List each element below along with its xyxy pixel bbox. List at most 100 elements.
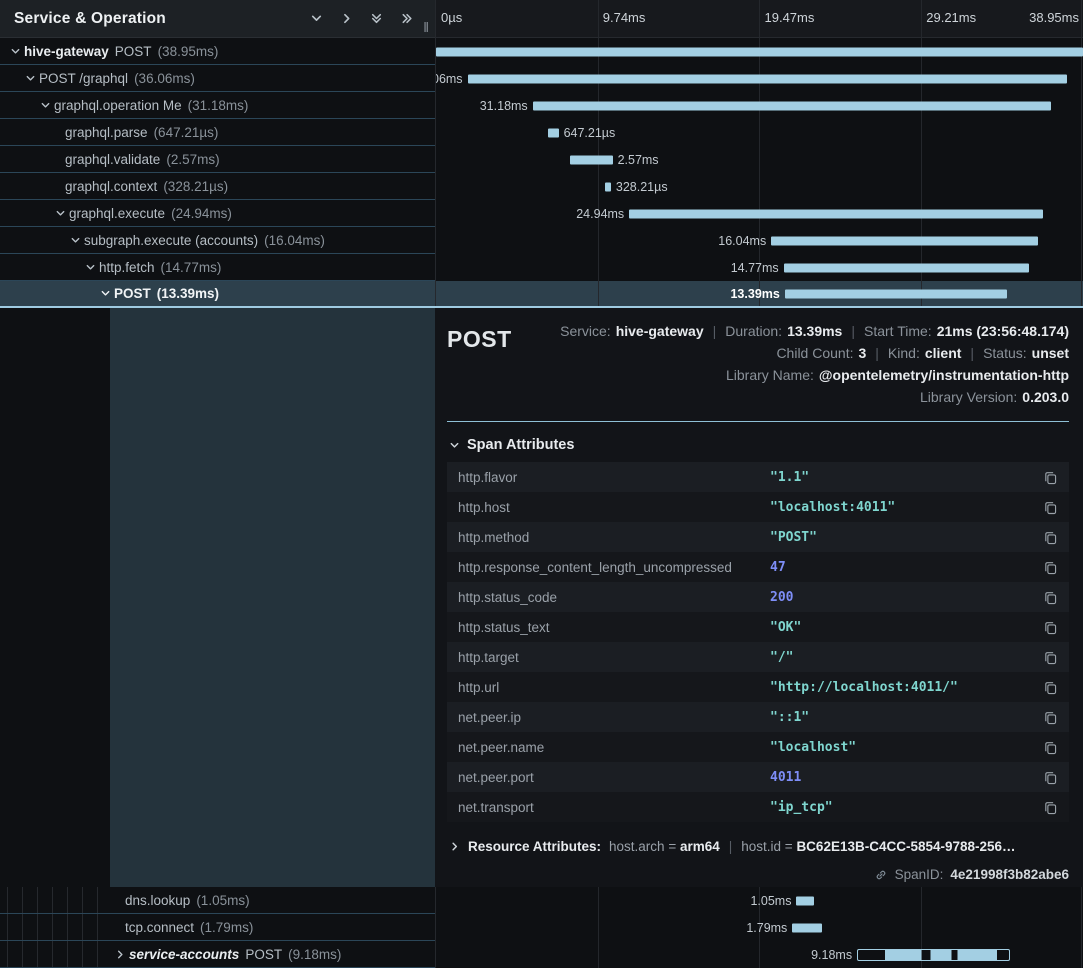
chevron-down-icon[interactable] xyxy=(310,12,323,25)
span-timeline-cell[interactable]: 36.06ms xyxy=(435,65,1083,92)
meta-value: 13.39ms xyxy=(787,323,842,339)
chevron-down-icon[interactable] xyxy=(98,288,112,299)
span-tree-cell[interactable]: graphql.context(328.21µs) xyxy=(0,173,435,200)
span-timeline-cell[interactable]: 328.21µs xyxy=(435,173,1083,200)
span-row[interactable]: graphql.context(328.21µs) 328.21µs xyxy=(0,173,1083,200)
copy-icon[interactable] xyxy=(1043,500,1058,515)
span-tree-cell[interactable]: subgraph.execute (accounts)(16.04ms) xyxy=(0,227,435,254)
span-timeline-cell[interactable]: 2.57ms xyxy=(435,146,1083,173)
copy-icon[interactable] xyxy=(1043,770,1058,785)
span-tree-cell[interactable]: POST /graphql(36.06ms) xyxy=(0,65,435,92)
span-tree-cell[interactable]: POST(13.39ms) xyxy=(0,281,435,306)
span-bar[interactable] xyxy=(468,74,1067,83)
span-tree-cell[interactable]: tcp.connect(1.79ms) xyxy=(0,914,435,941)
span-tree-cell[interactable]: graphql.validate(2.57ms) xyxy=(0,146,435,173)
span-tree-cell[interactable]: graphql.parse(647.21µs) xyxy=(0,119,435,146)
copy-icon[interactable] xyxy=(1043,740,1058,755)
span-tree-cell[interactable]: dns.lookup(1.05ms) xyxy=(0,887,435,914)
span-duration-label: 13.39ms xyxy=(730,287,779,301)
operation-name: POST xyxy=(115,44,152,59)
panel-resize-handle[interactable]: ‖ xyxy=(423,19,429,37)
copy-icon[interactable] xyxy=(1043,560,1058,575)
double-chevron-right-icon[interactable] xyxy=(400,12,413,25)
span-bar[interactable] xyxy=(605,182,610,191)
span-bar[interactable] xyxy=(548,128,559,137)
chevron-right-icon[interactable] xyxy=(113,949,127,960)
span-tree-cell[interactable]: service-accountsPOST(9.18ms) xyxy=(0,941,435,968)
copy-icon[interactable] xyxy=(1043,710,1058,725)
span-tree-cell[interactable]: graphql.execute(24.94ms) xyxy=(0,200,435,227)
chevron-down-icon[interactable] xyxy=(83,262,97,273)
chevron-down-icon[interactable] xyxy=(8,46,22,57)
link-icon[interactable] xyxy=(874,868,888,882)
span-bar[interactable] xyxy=(792,923,822,932)
span-timeline-cell[interactable]: 1.79ms xyxy=(435,914,1083,941)
span-timeline-cell[interactable]: 9.18ms xyxy=(435,941,1083,968)
span-timeline-cell[interactable]: 647.21µs xyxy=(435,119,1083,146)
copy-icon[interactable] xyxy=(1043,530,1058,545)
copy-icon[interactable] xyxy=(1043,800,1058,815)
meta-value: @opentelemetry/instrumentation-http xyxy=(819,367,1069,383)
span-row[interactable]: subgraph.execute (accounts)(16.04ms)16.0… xyxy=(0,227,1083,254)
chevron-down-icon[interactable] xyxy=(38,100,52,111)
span-bar[interactable] xyxy=(570,155,613,164)
span-attributes-header[interactable]: Span Attributes xyxy=(449,437,1069,453)
span-row[interactable]: POST(13.39ms) 13.39ms xyxy=(0,281,1083,308)
span-bar[interactable] xyxy=(857,949,1009,961)
span-duration-label: 24.94ms xyxy=(576,207,624,221)
span-row[interactable]: dns.lookup(1.05ms)1.05ms xyxy=(0,887,1083,914)
span-row[interactable]: POST /graphql(36.06ms)36.06ms xyxy=(0,65,1083,92)
span-row[interactable]: graphql.parse(647.21µs)647.21µs xyxy=(0,119,1083,146)
copy-icon[interactable] xyxy=(1043,470,1058,485)
span-row[interactable]: graphql.validate(2.57ms)2.57ms xyxy=(0,146,1083,173)
attribute-value: "/" xyxy=(770,650,1033,665)
span-row[interactable]: http.fetch(14.77ms)14.77ms xyxy=(0,254,1083,281)
span-bar[interactable] xyxy=(533,101,1051,110)
header-row: Service & Operation ‖ 0µs9.74ms19.47ms29… xyxy=(0,0,1083,38)
span-bar[interactable] xyxy=(771,236,1037,245)
span-bar[interactable] xyxy=(436,47,1083,56)
span-timeline-cell[interactable]: 38.95ms xyxy=(435,38,1083,65)
span-row[interactable]: tcp.connect(1.79ms) 1.79ms xyxy=(0,914,1083,941)
chevron-right-icon[interactable] xyxy=(340,12,353,25)
span-timeline-cell[interactable]: 16.04ms xyxy=(435,227,1083,254)
chevron-down-icon[interactable] xyxy=(23,73,37,84)
span-duration-label: 1.79ms xyxy=(746,921,787,935)
meta-value: 21ms (23:56:48.174) xyxy=(937,323,1069,339)
span-rows-top: hive-gatewayPOST(38.95ms)38.95msPOST /gr… xyxy=(0,38,1083,308)
chevron-down-icon xyxy=(449,440,460,451)
span-row[interactable]: service-accountsPOST(9.18ms)9.18ms xyxy=(0,941,1083,968)
span-bar[interactable] xyxy=(629,209,1043,218)
copy-icon[interactable] xyxy=(1043,620,1058,635)
span-bar[interactable] xyxy=(785,289,1007,298)
copy-icon[interactable] xyxy=(1043,680,1058,695)
span-row[interactable]: graphql.operation Me(31.18ms)31.18ms xyxy=(0,92,1083,119)
attribute-row: http.flavor"1.1" xyxy=(447,462,1069,492)
attribute-key: http.status_text xyxy=(458,620,770,635)
span-duration: (647.21µs) xyxy=(154,125,219,140)
double-chevron-down-icon[interactable] xyxy=(370,12,383,25)
span-row[interactable]: hive-gatewayPOST(38.95ms)38.95ms xyxy=(0,38,1083,65)
span-timeline-cell[interactable]: 13.39ms xyxy=(435,281,1083,306)
span-timeline-cell[interactable]: 14.77ms xyxy=(435,254,1083,281)
span-timeline-cell[interactable]: 24.94ms xyxy=(435,200,1083,227)
copy-icon[interactable] xyxy=(1043,650,1058,665)
span-duration-label: 328.21µs xyxy=(616,180,668,194)
copy-icon[interactable] xyxy=(1043,590,1058,605)
span-bar[interactable] xyxy=(796,896,813,905)
attribute-key: http.flavor xyxy=(458,470,770,485)
span-timeline-cell[interactable]: 1.05ms xyxy=(435,887,1083,914)
span-tree-cell[interactable]: http.fetch(14.77ms) xyxy=(0,254,435,281)
span-duration: (24.94ms) xyxy=(171,206,232,221)
span-tree-cell[interactable]: hive-gatewayPOST(38.95ms) xyxy=(0,38,435,65)
span-row[interactable]: graphql.execute(24.94ms) 24.94ms xyxy=(0,200,1083,227)
span-tree-cell[interactable]: graphql.operation Me(31.18ms) xyxy=(0,92,435,119)
resource-attributes-row[interactable]: Resource Attributes: host.arch = arm64|h… xyxy=(449,839,1069,854)
span-bar[interactable] xyxy=(784,263,1029,272)
chevron-down-icon[interactable] xyxy=(68,235,82,246)
separator: | xyxy=(729,839,733,854)
meta-value: 3 xyxy=(858,345,866,361)
resource-equals: = xyxy=(665,839,680,854)
chevron-down-icon[interactable] xyxy=(53,208,67,219)
span-timeline-cell[interactable]: 31.18ms xyxy=(435,92,1083,119)
